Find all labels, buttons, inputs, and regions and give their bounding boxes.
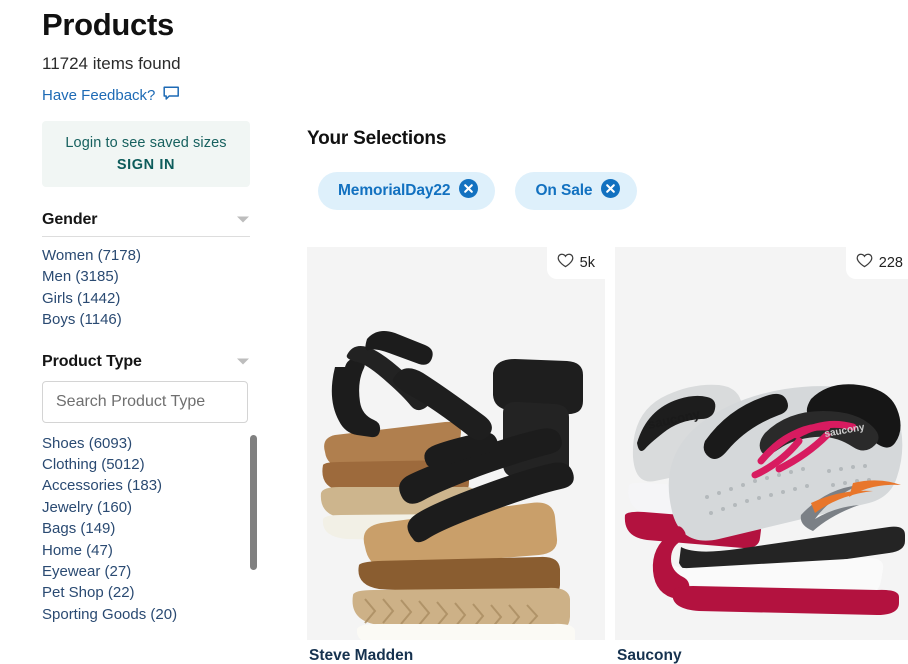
favorite-badge[interactable]: 5k [547,247,605,279]
scrollbar[interactable] [250,435,257,583]
main-content: Your Selections MemorialDay22 On Sale [302,0,908,664]
filter-chip-on-sale[interactable]: On Sale [515,172,637,210]
facet-option-eyewear[interactable]: Eyewear (27) [42,561,257,582]
product-grid: 5k Steve Madden saucony [307,247,908,664]
facet-gender: Gender Women (7178) Men (3185) Girls (14… [42,211,250,331]
facet-option-home[interactable]: Home (47) [42,540,257,561]
facet-option-jewelry[interactable]: Jewelry (160) [42,497,257,518]
gray-pink-running-shoe-image: saucony [615,247,908,640]
speech-bubble-icon[interactable] [163,86,180,106]
facet-product-type-title: Product Type [42,353,142,371]
close-circle-icon[interactable] [601,179,620,203]
facet-product-type-options: Shoes (6093) Clothing (5012) Accessories… [42,433,257,626]
filter-chip-label: On Sale [535,182,592,200]
facet-option-accessories[interactable]: Accessories (183) [42,475,257,496]
product-brand[interactable]: Steve Madden [307,647,605,664]
facet-option-women[interactable]: Women (7178) [42,245,250,266]
items-found-count: 11724 items found [42,53,300,74]
product-card[interactable]: saucony [615,247,908,664]
heart-outline-icon[interactable] [856,253,873,273]
facet-product-type-header[interactable]: Product Type [42,353,250,378]
search-product-type-input[interactable] [42,381,248,423]
facet-product-type: Product Type Shoes (6093) Clothing (5012… [42,353,250,626]
facet-option-clothing[interactable]: Clothing (5012) [42,454,257,475]
facet-gender-title: Gender [42,211,97,229]
favorite-badge[interactable]: 228 [846,247,908,279]
scrollbar-thumb[interactable] [250,435,257,570]
selected-filter-chips: MemorialDay22 On Sale [302,172,908,210]
favorite-count: 5k [580,255,595,271]
product-brand[interactable]: Saucony [615,647,908,664]
facet-option-shoes[interactable]: Shoes (6093) [42,433,257,454]
facet-option-sporting-goods[interactable]: Sporting Goods (20) [42,604,257,625]
black-strappy-platform-espadrille-sandal-image [307,247,605,640]
close-circle-icon[interactable] [459,179,478,203]
facet-option-girls[interactable]: Girls (1442) [42,288,250,309]
sidebar: Products 11724 items found Have Feedback… [0,0,300,664]
page-title: Products [42,0,300,44]
product-image-container[interactable]: 5k [307,247,605,640]
product-card[interactable]: 5k Steve Madden [307,247,605,664]
product-listing-page: Products 11724 items found Have Feedback… [0,0,908,664]
signin-promo-box: Login to see saved sizes SIGN IN [42,121,250,187]
filter-chip-memorialday22[interactable]: MemorialDay22 [318,172,495,210]
facet-gender-header[interactable]: Gender [42,211,250,236]
facet-gender-divider [42,236,250,237]
signin-prompt: Login to see saved sizes [42,134,250,152]
your-selections-title: Your Selections [302,0,908,150]
sign-in-link[interactable]: SIGN IN [42,156,250,174]
filter-chip-label: MemorialDay22 [338,182,450,200]
facet-option-pet-shop[interactable]: Pet Shop (22) [42,582,257,603]
facet-option-boys[interactable]: Boys (1146) [42,309,250,330]
chevron-down-icon[interactable] [236,353,250,371]
facet-gender-options: Women (7178) Men (3185) Girls (1442) Boy… [42,245,250,331]
product-type-options-scroller[interactable]: Shoes (6093) Clothing (5012) Accessories… [42,433,257,626]
facet-option-men[interactable]: Men (3185) [42,266,250,287]
product-image-container[interactable]: saucony [615,247,908,640]
have-feedback-link[interactable]: Have Feedback? [42,87,155,105]
favorite-count: 228 [879,255,903,271]
feedback-row: Have Feedback? [42,86,300,106]
heart-outline-icon[interactable] [557,253,574,273]
chevron-down-icon[interactable] [236,211,250,229]
facet-option-bags[interactable]: Bags (149) [42,518,257,539]
